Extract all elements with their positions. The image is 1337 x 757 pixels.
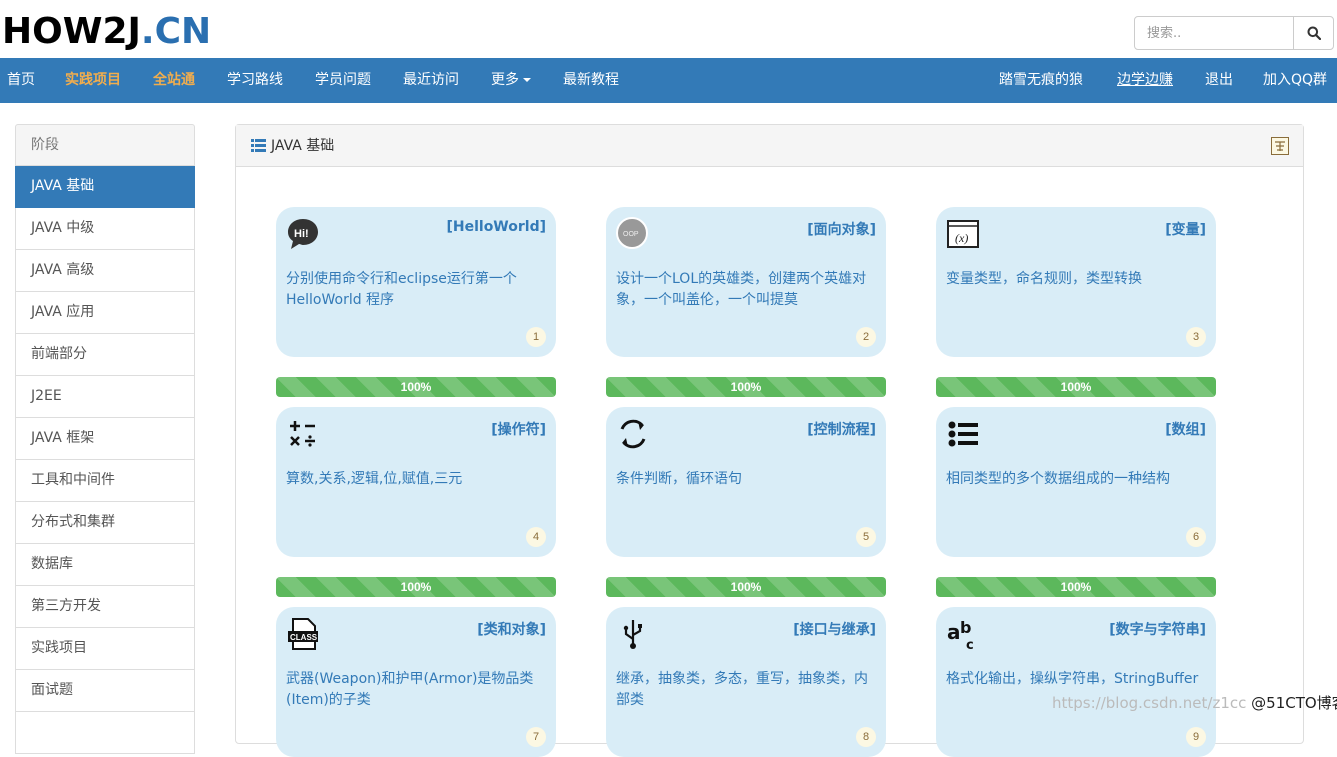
card-title: [数字与字符串] bbox=[1109, 622, 1206, 638]
search-button[interactable] bbox=[1293, 16, 1334, 50]
sidebar-item-java-advanced[interactable]: JAVA 高级 bbox=[15, 250, 195, 292]
sidebar-item-database[interactable]: 数据库 bbox=[15, 544, 195, 586]
nav-logout[interactable]: 退出 bbox=[1205, 58, 1233, 103]
card-operators[interactable]: [操作符] 算数,关系,逻辑,位,赋值,三元 4 bbox=[276, 407, 556, 557]
progress-bar: 100% bbox=[936, 377, 1216, 397]
card-helloworld[interactable]: Hi! [HelloWorld] 分别使用命令行和eclipse运行第一个Hel… bbox=[276, 207, 556, 357]
card-title: [接口与继承] bbox=[793, 622, 876, 638]
variable-x-icon: (x) bbox=[947, 220, 979, 248]
card-control-flow[interactable]: [控制流程] 条件判断，循环语句 5 bbox=[606, 407, 886, 557]
nav-more-dropdown[interactable]: 更多 bbox=[491, 58, 531, 103]
card-title: [变量] bbox=[1165, 222, 1206, 238]
svg-text:(x): (x) bbox=[955, 231, 968, 245]
card-description: 武器(Weapon)和护甲(Armor)是物品类(Item)的子类 bbox=[286, 671, 534, 708]
panel-header: JAVA 基础 bbox=[236, 125, 1303, 167]
card-title: [HelloWorld] bbox=[446, 219, 546, 235]
nav-home[interactable]: 首页 bbox=[7, 58, 35, 103]
card-arrays[interactable]: [数组] 相同类型的多个数据组成的一种结构 6 bbox=[936, 407, 1216, 557]
card-description: 设计一个LOL的英雄类，创建两个英雄对象，一个叫盖伦，一个叫提莫 bbox=[616, 271, 867, 308]
card-variables[interactable]: (x) [变量] 变量类型，命名规则，类型转换 3 bbox=[936, 207, 1216, 357]
nav-recent-visits[interactable]: 最近访问 bbox=[403, 58, 459, 103]
card-numbers-strings[interactable]: a b c [数字与字符串] 格式化输出，操纵字符串，StringBuffer … bbox=[936, 607, 1216, 757]
card-title: [面向对象] bbox=[807, 222, 876, 238]
sidebar-item-java-basic[interactable]: JAVA 基础 bbox=[15, 166, 195, 208]
top-header: HOW2J.CN bbox=[0, 0, 1337, 58]
loop-arrows-icon bbox=[620, 419, 646, 449]
nav-student-questions[interactable]: 学员问题 bbox=[315, 58, 371, 103]
card-description: 分别使用命令行和eclipse运行第一个HelloWorld 程序 bbox=[286, 271, 517, 308]
card-description: 算数,关系,逻辑,位,赋值,三元 bbox=[286, 471, 463, 487]
share-icon[interactable] bbox=[1271, 137, 1289, 155]
card-description: 变量类型，命名规则，类型转换 bbox=[946, 271, 1142, 287]
card-number-badge: 6 bbox=[1186, 527, 1206, 547]
sidebar-item-java-intermediate[interactable]: JAVA 中级 bbox=[15, 208, 195, 250]
progress-bar: 100% bbox=[276, 377, 556, 397]
sidebar-item-interview[interactable]: 面试题 bbox=[15, 670, 195, 712]
card-title: [控制流程] bbox=[807, 422, 876, 438]
nav-join-qq-group[interactable]: 加入QQ群 bbox=[1263, 58, 1327, 103]
sidebar-item-practice-projects[interactable]: 实践项目 bbox=[15, 628, 195, 670]
sidebar-item-java-frameworks[interactable]: JAVA 框架 bbox=[15, 418, 195, 460]
card-number-badge: 4 bbox=[526, 527, 546, 547]
sidebar-item-java-application[interactable]: JAVA 应用 bbox=[15, 292, 195, 334]
card-title: [操作符] bbox=[491, 422, 546, 438]
main-nav: 首页 实践项目 全站通 学习路线 学员问题 最近访问 更多 最新教程 踏雪无痕的… bbox=[0, 58, 1337, 103]
card-title: [数组] bbox=[1165, 422, 1206, 438]
card-description: 条件判断，循环语句 bbox=[616, 471, 742, 487]
stage-sidebar: 阶段 JAVA 基础 JAVA 中级 JAVA 高级 JAVA 应用 前端部分 … bbox=[15, 124, 195, 754]
card-oop[interactable]: OOP [面向对象] 设计一个LOL的英雄类，创建两个英雄对象，一个叫盖伦，一个… bbox=[606, 207, 886, 357]
svg-text:b: b bbox=[960, 618, 971, 637]
usb-icon bbox=[623, 620, 642, 649]
card-number-badge: 3 bbox=[1186, 327, 1206, 347]
svg-text:a: a bbox=[947, 620, 961, 644]
card-number-badge: 7 bbox=[526, 727, 546, 747]
sidebar-item-j2ee[interactable]: J2EE bbox=[15, 376, 195, 418]
hi-speech-icon: Hi! bbox=[288, 219, 318, 249]
search-icon bbox=[1307, 26, 1321, 40]
card-title: [类和对象] bbox=[477, 622, 546, 638]
card-classes-objects[interactable]: CLASS [类和对象] 武器(Weapon)和护甲(Armor)是物品类(It… bbox=[276, 607, 556, 757]
abc-icon: a b c bbox=[947, 618, 974, 651]
sidebar-item-third-party[interactable]: 第三方开发 bbox=[15, 586, 195, 628]
site-logo[interactable]: HOW2J.CN bbox=[2, 12, 211, 52]
card-description: 继承，抽象类，多态，重写，抽象类，内部类 bbox=[616, 671, 868, 708]
list-bullets-icon bbox=[948, 421, 978, 447]
sidebar-item-more[interactable] bbox=[15, 712, 195, 754]
progress-bar: 100% bbox=[606, 377, 886, 397]
nav-latest-tutorials[interactable]: 最新教程 bbox=[563, 58, 619, 103]
nav-projects[interactable]: 实践项目 bbox=[65, 58, 121, 103]
nav-earn-while-learning[interactable]: 边学边赚 bbox=[1117, 58, 1173, 103]
progress-bar: 100% bbox=[276, 577, 556, 597]
math-operators-icon bbox=[290, 421, 315, 447]
card-number-badge: 8 bbox=[856, 727, 876, 747]
search-input[interactable] bbox=[1134, 16, 1294, 50]
nav-username[interactable]: 踏雪无痕的狼 bbox=[999, 58, 1083, 103]
svg-text:Hi!: Hi! bbox=[294, 228, 309, 240]
sidebar-item-distributed-cluster[interactable]: 分布式和集群 bbox=[15, 502, 195, 544]
nav-learning-path[interactable]: 学习路线 bbox=[227, 58, 283, 103]
svg-text:CLASS: CLASS bbox=[290, 633, 318, 642]
svg-text:c: c bbox=[966, 638, 974, 651]
sidebar-item-tools-middleware[interactable]: 工具和中间件 bbox=[15, 460, 195, 502]
progress-bar: 100% bbox=[606, 577, 886, 597]
sidebar-header: 阶段 bbox=[15, 124, 195, 166]
card-description: 格式化输出，操纵字符串，StringBuffer bbox=[946, 671, 1199, 687]
panel-title: JAVA 基础 bbox=[271, 138, 335, 154]
oop-circle-icon: OOP bbox=[616, 217, 648, 249]
card-number-badge: 5 bbox=[856, 527, 876, 547]
card-number-badge: 9 bbox=[1186, 727, 1206, 747]
search-box bbox=[1134, 16, 1334, 50]
card-number-badge: 1 bbox=[526, 327, 546, 347]
class-file-icon: CLASS bbox=[288, 618, 318, 650]
svg-text:OOP: OOP bbox=[623, 231, 639, 238]
caret-down-icon bbox=[523, 78, 531, 82]
card-number-badge: 2 bbox=[856, 327, 876, 347]
card-description: 相同类型的多个数据组成的一种结构 bbox=[946, 471, 1170, 487]
sidebar-item-frontend[interactable]: 前端部分 bbox=[15, 334, 195, 376]
list-icon bbox=[251, 139, 266, 152]
progress-bar: 100% bbox=[936, 577, 1216, 597]
card-interfaces-inheritance[interactable]: [接口与继承] 继承，抽象类，多态，重写，抽象类，内部类 8 bbox=[606, 607, 886, 757]
watermark: https://blog.csdn.net/z1cc @51CTO博客 bbox=[1052, 694, 1337, 712]
nav-all-access[interactable]: 全站通 bbox=[153, 58, 195, 103]
